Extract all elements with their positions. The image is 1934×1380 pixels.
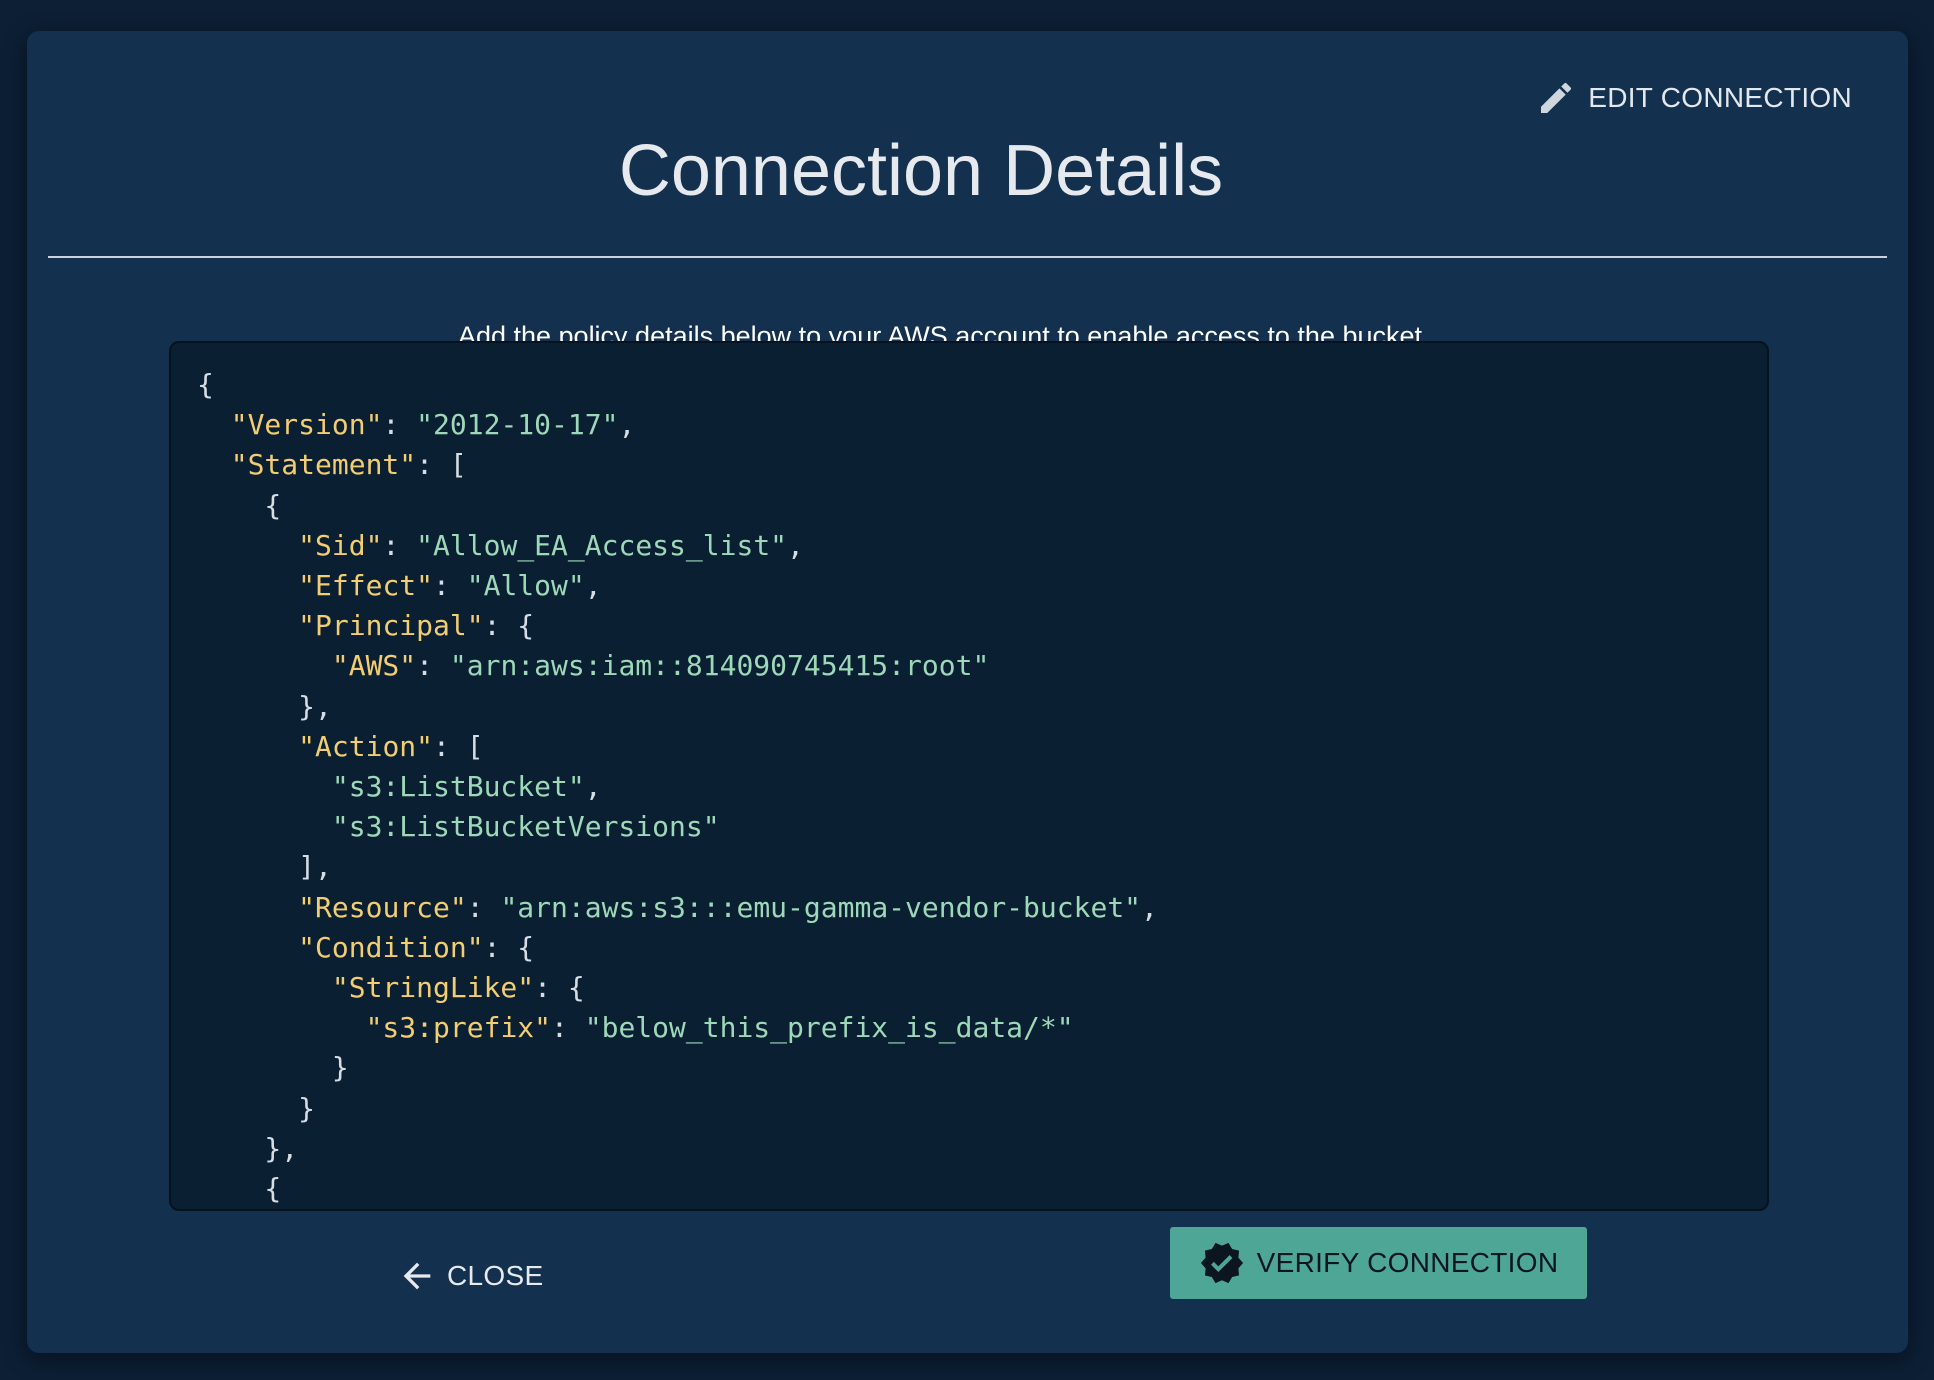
- json-punctuation: : {: [483, 609, 535, 643]
- json-punctuation: [197, 730, 298, 763]
- connection-details-dialog: EDIT CONNECTION Connection Details Add t…: [27, 31, 1908, 1353]
- json-punctuation: [197, 810, 332, 843]
- json-punctuation: :: [416, 649, 450, 683]
- close-label: CLOSE: [447, 1260, 544, 1291]
- code-line: "Sid": "Allow_EA_Access_list",: [197, 529, 804, 562]
- code-line: ],: [197, 850, 332, 883]
- code-line: },: [197, 1132, 298, 1165]
- code-line: "StringLike": {: [197, 971, 585, 1004]
- json-key: "Statement": [230, 448, 417, 482]
- json-punctuation: }: [197, 1051, 349, 1085]
- code-line: {: [197, 489, 281, 522]
- json-punctuation: {: [197, 368, 214, 401]
- code-line: {: [197, 368, 214, 401]
- json-punctuation: :: [551, 1011, 585, 1045]
- verify-connection-button[interactable]: VERIFY CONNECTION: [1170, 1227, 1587, 1299]
- code-line: }: [197, 1092, 315, 1125]
- json-punctuation: [197, 770, 332, 803]
- arrow-left-icon: [403, 1262, 431, 1290]
- header-divider: [48, 256, 1887, 258]
- json-punctuation: :: [433, 569, 467, 603]
- json-punctuation: ],: [197, 850, 332, 884]
- json-punctuation: : {: [483, 930, 535, 964]
- json-string: "arn:aws:s3:::emu-gamma-vendor-bucket": [500, 890, 1142, 924]
- json-key: "s3:prefix": [365, 1011, 552, 1045]
- code-line: "Statement": [: [197, 448, 467, 481]
- pencil-icon: [1541, 82, 1572, 113]
- edit-connection-label: EDIT CONNECTION: [1588, 82, 1852, 113]
- code-line: "Version": "2012-10-17",: [197, 408, 636, 442]
- json-string: "arn:aws:iam::814090745415:root": [449, 649, 990, 683]
- json-punctuation: },: [197, 1131, 299, 1165]
- json-key: "Version": [230, 408, 383, 442]
- code-line: "Action": [: [197, 729, 484, 763]
- json-key: "Effect": [298, 569, 434, 603]
- json-punctuation: [197, 1011, 366, 1044]
- json-punctuation: [197, 408, 231, 441]
- json-punctuation: [197, 609, 298, 642]
- code-line: }: [197, 1051, 349, 1084]
- json-punctuation: [197, 529, 298, 562]
- json-punctuation: ,: [584, 770, 602, 804]
- json-punctuation: ,: [787, 528, 804, 562]
- json-punctuation: }: [197, 1091, 316, 1125]
- json-punctuation: [197, 448, 231, 481]
- code-line: },: [197, 690, 332, 723]
- json-key: "Condition": [298, 930, 484, 964]
- verify-connection-label: VERIFY CONNECTION: [1256, 1247, 1559, 1278]
- json-key: "Action": [298, 729, 434, 763]
- code-line: "s3:ListBucket",: [197, 770, 602, 803]
- policy-json-text: { "Version": "2012-10-17", "Statement": …: [171, 343, 1767, 1209]
- json-punctuation: : [: [416, 448, 467, 482]
- json-punctuation: ,: [1141, 890, 1158, 924]
- json-key: "Principal": [298, 609, 484, 643]
- json-punctuation: :: [382, 408, 417, 442]
- json-punctuation: [197, 891, 298, 924]
- json-punctuation: ,: [584, 569, 602, 603]
- json-punctuation: },: [197, 689, 332, 723]
- json-string: "below_this_prefix_is_data/*": [584, 1011, 1074, 1045]
- json-punctuation: : [: [433, 729, 484, 763]
- code-line: "Principal": {: [197, 609, 534, 642]
- json-punctuation: [197, 931, 298, 964]
- json-punctuation: ,: [618, 408, 636, 442]
- dialog-title: Connection Details: [618, 131, 1224, 211]
- json-string: "2012-10-17": [416, 408, 619, 442]
- json-punctuation: {: [197, 488, 282, 522]
- json-punctuation: [197, 971, 332, 1004]
- json-punctuation: [197, 649, 332, 682]
- json-punctuation: : {: [534, 971, 585, 1005]
- code-line: "Condition": {: [197, 931, 534, 964]
- code-line: "s3:ListBucketVersions": [197, 810, 720, 843]
- json-key: "Resource": [298, 890, 467, 924]
- json-string: "Allow_EA_Access_list": [416, 528, 788, 562]
- code-line: "Effect": "Allow",: [197, 569, 602, 603]
- json-string: "s3:ListBucketVersions": [331, 810, 720, 844]
- code-line: {: [197, 1172, 281, 1205]
- json-punctuation: :: [466, 890, 501, 924]
- json-punctuation: {: [197, 1172, 282, 1206]
- json-key: "AWS": [331, 649, 417, 683]
- json-string: "Allow": [466, 569, 585, 603]
- policy-code-block[interactable]: { "Version": "2012-10-17", "Statement": …: [169, 341, 1769, 1211]
- edit-connection-button[interactable]: EDIT CONNECTION: [1528, 71, 1860, 125]
- verified-badge-icon: [1200, 1242, 1243, 1284]
- json-string: "s3:ListBucket": [331, 770, 585, 804]
- code-line: "s3:prefix": "below_this_prefix_is_data/…: [197, 1011, 1074, 1044]
- close-button[interactable]: CLOSE: [387, 1246, 553, 1306]
- json-punctuation: [197, 569, 298, 602]
- code-line: "Resource": "arn:aws:s3:::emu-gamma-vend…: [197, 891, 1158, 924]
- json-punctuation: :: [382, 528, 417, 562]
- json-key: "Sid": [298, 528, 383, 562]
- code-line: "AWS": "arn:aws:iam::814090745415:root": [197, 649, 989, 682]
- json-key: "StringLike": [331, 971, 535, 1005]
